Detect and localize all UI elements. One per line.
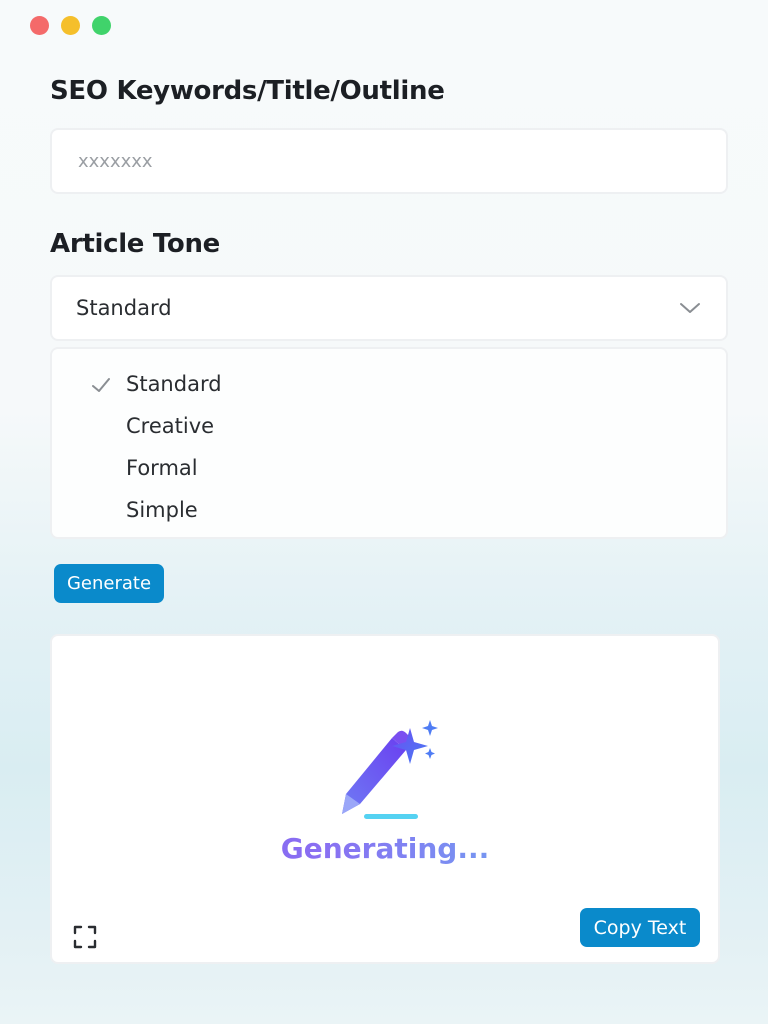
tone-option-label: Formal [126, 456, 198, 480]
seo-keywords-field-container [50, 128, 728, 194]
tone-option-standard[interactable]: Standard [52, 363, 726, 405]
tone-option-creative[interactable]: Creative [52, 405, 726, 447]
tone-option-label: Creative [126, 414, 215, 438]
maximize-window-button[interactable] [92, 16, 111, 35]
tone-option-label: Simple [126, 498, 198, 522]
fullscreen-icon[interactable] [72, 924, 98, 950]
magic-pen-icon [342, 720, 438, 819]
close-window-button[interactable] [30, 16, 49, 35]
article-tone-label: Article Tone [50, 229, 220, 259]
tone-option-label: Standard [126, 372, 222, 396]
generate-button[interactable]: Generate [54, 564, 164, 603]
generating-status-text: Generating... [52, 832, 718, 865]
checkmark-icon [90, 374, 112, 396]
article-tone-selected-value: Standard [76, 296, 172, 320]
article-tone-select[interactable]: Standard [50, 275, 728, 341]
article-tone-dropdown: Standard Creative Formal Simple [50, 347, 728, 539]
tone-option-formal[interactable]: Formal [52, 447, 726, 489]
seo-keywords-label: SEO Keywords/Title/Outline [50, 76, 445, 106]
copy-text-button[interactable]: Copy Text [580, 908, 700, 947]
output-panel: Generating... Copy Text [50, 634, 720, 964]
seo-keywords-input[interactable] [78, 150, 700, 172]
window-controls [30, 16, 111, 35]
chevron-down-icon [678, 296, 702, 320]
tone-option-simple[interactable]: Simple [52, 489, 726, 531]
minimize-window-button[interactable] [61, 16, 80, 35]
